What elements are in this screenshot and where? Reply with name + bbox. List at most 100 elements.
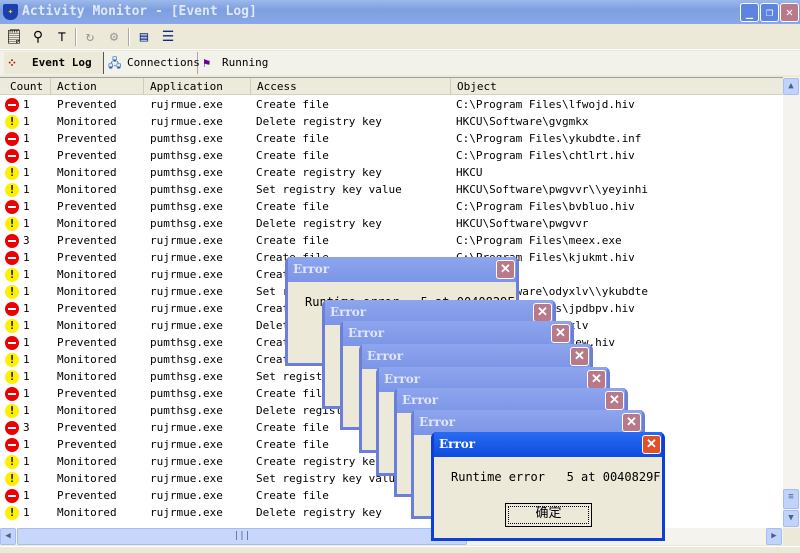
scroll-up-button[interactable]: ▲ [783,78,799,95]
scroll-left-button[interactable]: ◀ [0,528,16,545]
table-row[interactable]: ! 1 Monitored rujrmue.exe Delete registr… [0,113,783,130]
cell-application: pumthsg.exe [150,353,223,366]
cell-object: C:\Program Files\bvbluo.hiv [456,200,635,213]
cell-access: Create registry key [256,455,382,468]
dialog-title: Error [348,326,385,340]
prevented-stop-icon [5,421,19,435]
error-message: Runtime error 5 at 0040829F [451,470,661,484]
dialog-title-bar: Error ✕ [288,257,516,282]
table-row[interactable]: ! 1 Monitored pumthsg.exe Create registr… [0,164,783,181]
cell-action: Prevented [57,336,117,349]
dialog-close-button[interactable]: ✕ [496,260,515,279]
cell-object: HKCU\Software\pwgvvr [456,217,589,230]
cell-application: rujrmue.exe [150,506,223,519]
ok-button[interactable]: 确定 [505,503,592,527]
prevented-stop-icon [5,336,19,350]
cell-count: 1 [23,370,30,383]
cell-action: Monitored [57,217,117,230]
dialog-close-button[interactable]: ✕ [533,303,552,322]
cell-action: Monitored [57,455,117,468]
minimize-button[interactable]: _ [740,3,759,22]
cell-access: Create file [256,149,329,162]
binoculars-find-icon[interactable]: ⚲ [28,27,48,47]
cell-count: 1 [23,353,30,366]
scroll-right-button[interactable]: ▶ [766,528,782,545]
cascade-icon[interactable]: ▤ [134,27,154,47]
vertical-scrollbar[interactable]: ▲ ≡ ▼ [783,77,800,528]
cell-count: 1 [23,302,30,315]
column-application[interactable]: Application [143,78,223,95]
cell-application: rujrmue.exe [150,489,223,502]
cell-count: 1 [23,404,30,417]
prevented-stop-icon [5,98,19,112]
monitored-warning-icon: ! [5,370,19,384]
column-access[interactable]: Access [250,78,450,95]
cell-application: rujrmue.exe [150,115,223,128]
dialog-close-button[interactable]: ✕ [587,370,606,389]
properties-icon[interactable]: 🗒 [4,27,24,47]
monitored-warning-icon: ! [5,217,19,231]
monitored-warning-icon: ! [5,285,19,299]
refresh-icon[interactable]: ↻ [80,27,100,47]
cell-access: Create file [256,132,329,145]
restore-button[interactable]: ❐ [760,3,779,22]
settings-doc-icon[interactable]: ⚙ [104,27,124,47]
column-object[interactable]: Object [450,78,783,95]
close-button[interactable]: ✕ [780,3,799,22]
cell-application: pumthsg.exe [150,132,223,145]
dialog-title: Error [402,393,439,407]
cell-access: Delete registry key [256,115,382,128]
tile-icon[interactable]: ☰ [158,27,178,47]
monitored-warning-icon: ! [5,455,19,469]
table-row[interactable]: 1 Prevented rujrmue.exe Create file [0,487,783,504]
table-row[interactable]: 1 Prevented pumthsg.exe Create file C:\P… [0,130,783,147]
table-row[interactable]: 3 Prevented rujrmue.exe Create file C:\P… [0,232,783,249]
cell-count: 1 [23,336,30,349]
cell-application: rujrmue.exe [150,319,223,332]
tab-connections[interactable]: 🖧 Connections [105,52,200,74]
dialog-close-button[interactable]: ✕ [622,413,641,432]
cell-action: Monitored [57,353,117,366]
prevented-stop-icon [5,302,19,316]
hscroll-thumb[interactable]: ||| [17,528,467,545]
monitored-warning-icon: ! [5,183,19,197]
table-row[interactable]: 1 Prevented pumthsg.exe Create file C:\P… [0,198,783,215]
cell-application: rujrmue.exe [150,472,223,485]
monitored-warning-icon: ! [5,353,19,367]
cell-action: Prevented [57,421,117,434]
dialog-close-button[interactable]: ✕ [551,324,570,343]
dialog-close-button[interactable]: ✕ [642,435,661,454]
dialog-close-button[interactable]: ✕ [605,391,624,410]
cell-application: rujrmue.exe [150,285,223,298]
dialog-title: Error [419,415,456,429]
cell-action: Prevented [57,302,117,315]
table-row[interactable]: ! 1 Monitored rujrmue.exe Delete registr… [0,504,783,521]
cell-access: Delete registry key [256,506,382,519]
tab-event-log[interactable]: ⁘ Event Log [4,52,104,74]
cell-application: rujrmue.exe [150,98,223,111]
table-row[interactable]: ! 1 Monitored pumthsg.exe Delete registr… [0,215,783,232]
dialog-close-button[interactable]: ✕ [570,347,589,366]
cell-application: rujrmue.exe [150,302,223,315]
cell-count: 1 [23,200,30,213]
tab-running-programs[interactable]: ⚑Running Programs [200,52,325,91]
table-row[interactable]: ! 1 Monitored pumthsg.exe Set registry k… [0,181,783,198]
cell-count: 1 [23,285,30,298]
filter-icon[interactable]: ⊤ [52,27,72,47]
dialog-title-bar: Error ✕ [343,321,571,346]
cell-count: 1 [23,472,30,485]
column-action[interactable]: Action [50,78,97,95]
table-row[interactable]: 1 Prevented rujrmue.exe Create file C:\P… [0,96,783,113]
horizontal-scrollbar[interactable]: ◀ ||| ▶ [0,528,783,545]
prevented-stop-icon [5,387,19,401]
column-count[interactable]: Count [4,78,43,95]
scroll-down-button[interactable]: ▼ [783,510,799,527]
scroll-thumb[interactable]: ≡ [783,489,799,509]
dialog-title: Error [367,349,404,363]
table-row[interactable]: 1 Prevented pumthsg.exe Create file C:\P… [0,147,783,164]
cell-count: 1 [23,183,30,196]
cell-action: Monitored [57,506,117,519]
cell-access: Create file [256,438,329,451]
cell-count: 3 [23,234,30,247]
cell-access: Create file [256,489,329,502]
